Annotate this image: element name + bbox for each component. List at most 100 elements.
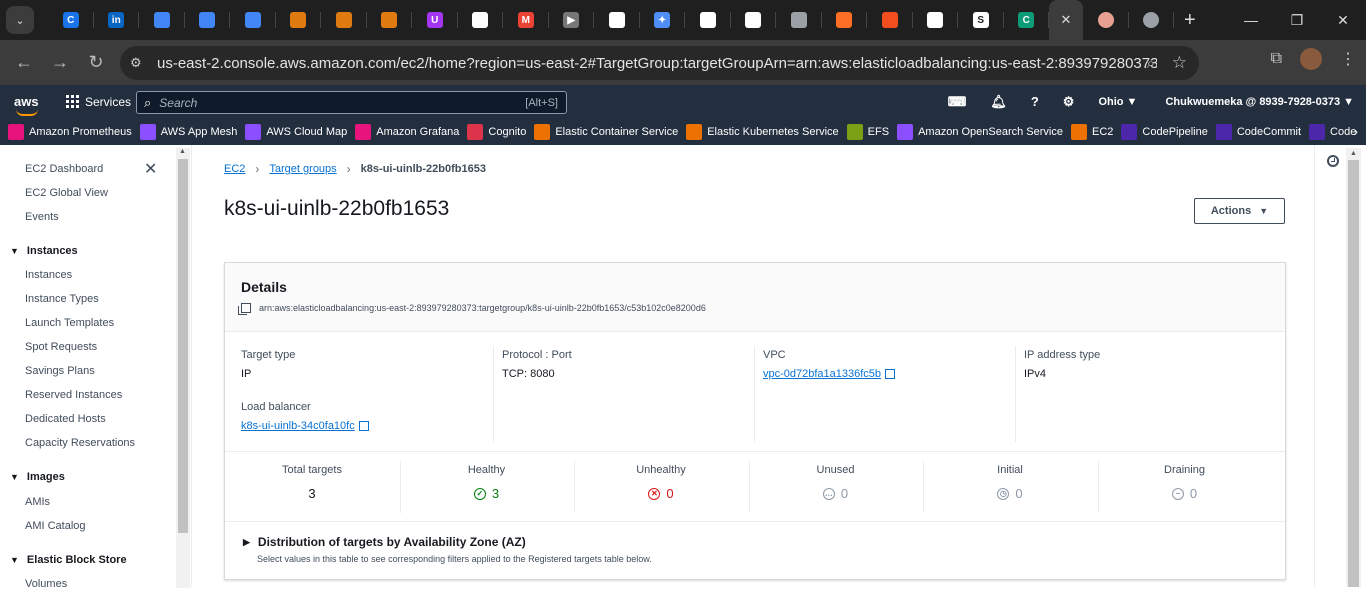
- browser-tab[interactable]: [185, 0, 231, 40]
- browser-tab[interactable]: [594, 0, 640, 40]
- distribution-toggle[interactable]: ▶ Distribution of targets by Availabilit…: [243, 535, 526, 549]
- scroll-up-arrow-icon[interactable]: ▲: [1350, 150, 1357, 157]
- sidebar-item-savings-plans[interactable]: Savings Plans: [25, 365, 95, 377]
- favorite-item[interactable]: CodePipeline: [1121, 123, 1208, 140]
- sidebar-item-launch-templates[interactable]: Launch Templates: [25, 317, 114, 329]
- load-balancer-value[interactable]: k8s-ui-uinlb-34c0fa10fc: [241, 420, 355, 432]
- forward-button[interactable]: →: [42, 52, 78, 73]
- browser-tab[interactable]: [867, 0, 913, 40]
- omnibox[interactable]: ⚙ us-east-2.console.aws.amazon.com/ec2/h…: [120, 46, 1199, 80]
- sidebar-item-volumes[interactable]: Volumes: [25, 578, 67, 590]
- browser-tab[interactable]: [731, 0, 777, 40]
- browser-tab[interactable]: M: [503, 0, 549, 40]
- browser-tab[interactable]: [276, 0, 322, 40]
- console-search[interactable]: ⌕ Search [Alt+S]: [136, 91, 567, 114]
- account-menu[interactable]: Chukwuemeka @ 8939-7928-0373 ▼: [1165, 96, 1354, 108]
- favorite-item[interactable]: CodeCommit: [1215, 123, 1301, 140]
- cloudshell-icon[interactable]: ⌨: [948, 94, 967, 110]
- aws-logo[interactable]: aws: [14, 94, 54, 116]
- browser-tab[interactable]: [685, 0, 731, 40]
- settings-gear-icon[interactable]: ⚙: [1063, 94, 1075, 110]
- profile-avatar[interactable]: [1300, 48, 1322, 70]
- services-menu[interactable]: Services: [66, 95, 131, 109]
- minimize-button[interactable]: —: [1228, 0, 1274, 40]
- close-sidebar-icon[interactable]: ✕: [144, 159, 157, 179]
- browser-tab[interactable]: [321, 0, 367, 40]
- browser-tab[interactable]: ✦: [640, 0, 686, 40]
- browser-tab[interactable]: [1083, 0, 1129, 40]
- stat-initial[interactable]: Initial ◷ 0: [923, 451, 1097, 521]
- chevron-right-icon[interactable]: ›: [1353, 123, 1358, 139]
- site-info-icon[interactable]: ⚙: [130, 55, 154, 71]
- close-tab-icon[interactable]: ✕: [1061, 12, 1072, 28]
- favorite-item[interactable]: Amazon Grafana: [355, 123, 459, 140]
- reload-button[interactable]: ↻: [78, 52, 114, 73]
- search-page-icon[interactable]: ⌕: [1147, 55, 1155, 72]
- browser-tab[interactable]: [913, 0, 959, 40]
- favorite-item[interactable]: Amazon OpenSearch Service: [897, 123, 1063, 140]
- sidebar-item-ami-catalog[interactable]: AMI Catalog: [25, 520, 86, 532]
- sidebar-item-spot-requests[interactable]: Spot Requests: [25, 341, 97, 353]
- close-window-button[interactable]: ✕: [1320, 0, 1366, 40]
- extensions-icon[interactable]: ⧉: [1271, 50, 1282, 68]
- favorite-item[interactable]: Code: [1309, 123, 1356, 140]
- breadcrumb-target-groups[interactable]: Target groups: [269, 163, 336, 175]
- sidebar-item-capacity-reservations[interactable]: Capacity Reservations: [25, 437, 135, 449]
- vpc-value[interactable]: vpc-0d72bfa1a1336fc5b: [763, 368, 881, 380]
- browser-tab[interactable]: [139, 0, 185, 40]
- favorite-item[interactable]: EFS: [846, 123, 889, 140]
- actions-button[interactable]: Actions ▼: [1194, 198, 1285, 224]
- stat-healthy[interactable]: Healthy ✓ 3: [400, 451, 574, 521]
- favorite-item[interactable]: Amazon Prometheus: [8, 123, 132, 140]
- menu-kebab-icon[interactable]: ⋮: [1340, 49, 1356, 69]
- sidebar-item-ec2-global-view[interactable]: EC2 Global View: [25, 187, 108, 199]
- region-selector[interactable]: Ohio ▼: [1098, 96, 1137, 108]
- sidebar-item-ec2-dashboard[interactable]: EC2 Dashboard: [25, 163, 103, 175]
- favorite-item[interactable]: EC2: [1071, 123, 1113, 140]
- sidebar-item-instances[interactable]: Instances: [25, 269, 72, 281]
- sidebar-item-events[interactable]: Events: [25, 211, 59, 223]
- favorite-item[interactable]: Elastic Container Service: [534, 123, 678, 140]
- favorite-item[interactable]: Elastic Kubernetes Service: [686, 123, 839, 140]
- browser-tab[interactable]: [776, 0, 822, 40]
- sidebar-section-ebs[interactable]: ▼ Elastic Block Store: [10, 554, 127, 566]
- breadcrumb-ec2[interactable]: EC2: [224, 163, 245, 175]
- tab-search-dropdown[interactable]: ⌄: [6, 6, 34, 34]
- favorite-item[interactable]: AWS App Mesh: [139, 123, 237, 140]
- browser-tab[interactable]: in: [94, 0, 140, 40]
- browser-tab[interactable]: [1129, 0, 1175, 40]
- stat-unhealthy[interactable]: Unhealthy ✕ 0: [574, 451, 748, 521]
- sidebar-scroll-thumb[interactable]: [178, 159, 188, 533]
- load-balancer-link[interactable]: k8s-ui-uinlb-34c0fa10fc: [241, 420, 369, 432]
- stat-total-targets[interactable]: Total targets 3: [225, 451, 399, 521]
- page-scroll-thumb[interactable]: [1348, 160, 1359, 587]
- browser-tab[interactable]: [822, 0, 868, 40]
- sidebar-section-instances[interactable]: ▼ Instances: [10, 245, 78, 257]
- scroll-up-arrow-icon[interactable]: ▲: [179, 148, 186, 155]
- favorite-item[interactable]: Cognito: [467, 123, 526, 140]
- stat-draining[interactable]: Draining −0: [1098, 451, 1272, 521]
- browser-tab[interactable]: [230, 0, 276, 40]
- stat-unused[interactable]: Unused … 0: [749, 451, 923, 521]
- browser-tab[interactable]: [458, 0, 504, 40]
- url-text[interactable]: us-east-2.console.aws.amazon.com/ec2/hom…: [157, 55, 1157, 72]
- search-input[interactable]: Search: [159, 96, 525, 110]
- copy-icon[interactable]: [238, 303, 251, 315]
- active-browser-tab[interactable]: ✕: [1049, 0, 1083, 40]
- notifications-bell-icon[interactable]: 🔔︎: [990, 94, 1007, 110]
- sidebar-section-images[interactable]: ▼ Images: [10, 471, 65, 483]
- favorite-item[interactable]: AWS Cloud Map: [245, 123, 347, 140]
- browser-tab[interactable]: [367, 0, 413, 40]
- browser-tab[interactable]: S: [958, 0, 1004, 40]
- back-button[interactable]: ←: [6, 52, 42, 73]
- browser-tab[interactable]: ▶: [549, 0, 595, 40]
- restore-button[interactable]: ❐: [1274, 0, 1320, 40]
- vpc-link[interactable]: vpc-0d72bfa1a1336fc5b: [763, 368, 896, 380]
- new-tab-button[interactable]: +: [1184, 9, 1196, 32]
- browser-tab[interactable]: U: [412, 0, 458, 40]
- info-panel-icon[interactable]: [1327, 155, 1339, 167]
- sidebar-item-amis[interactable]: AMIs: [25, 496, 50, 508]
- bookmark-star-icon[interactable]: ☆: [1172, 53, 1187, 73]
- sidebar-item-reserved-instances[interactable]: Reserved Instances: [25, 389, 122, 401]
- browser-tab[interactable]: C: [1004, 0, 1050, 40]
